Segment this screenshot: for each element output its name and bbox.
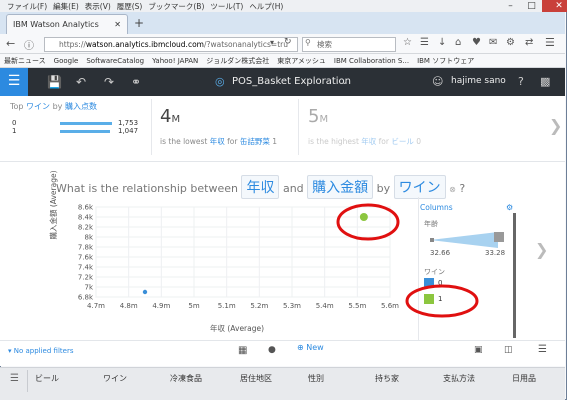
column-chip[interactable]: 支払方法 — [443, 373, 475, 384]
separator — [27, 370, 28, 392]
chart-options-icon[interactable]: ◫ — [504, 345, 513, 355]
column-chip[interactable]: 日用品 — [512, 373, 536, 384]
camera-icon[interactable]: ▣ — [474, 345, 483, 355]
new-button[interactable]: ⊕ New — [297, 343, 324, 352]
column-chip[interactable]: 冷凍食品 — [170, 373, 202, 384]
columns-bar — [0, 367, 565, 400]
column-chip[interactable]: ワイン — [103, 373, 127, 384]
column-chip[interactable]: 性別 — [308, 373, 324, 384]
dot-view-icon[interactable]: ● — [268, 345, 276, 355]
new-label: New — [306, 343, 324, 352]
sliders-icon[interactable]: ☰ — [10, 373, 19, 384]
list-icon[interactable]: ☰ — [538, 344, 547, 355]
column-chip[interactable]: ビール — [35, 373, 59, 384]
grid-view-icon[interactable]: ▦ — [238, 345, 247, 356]
filters-text: No applied filters — [13, 347, 74, 355]
filters-link[interactable]: ▾ No applied filters — [8, 347, 73, 355]
column-chip[interactable]: 居住地区 — [240, 373, 272, 384]
column-chip[interactable]: 持ち家 — [375, 373, 399, 384]
